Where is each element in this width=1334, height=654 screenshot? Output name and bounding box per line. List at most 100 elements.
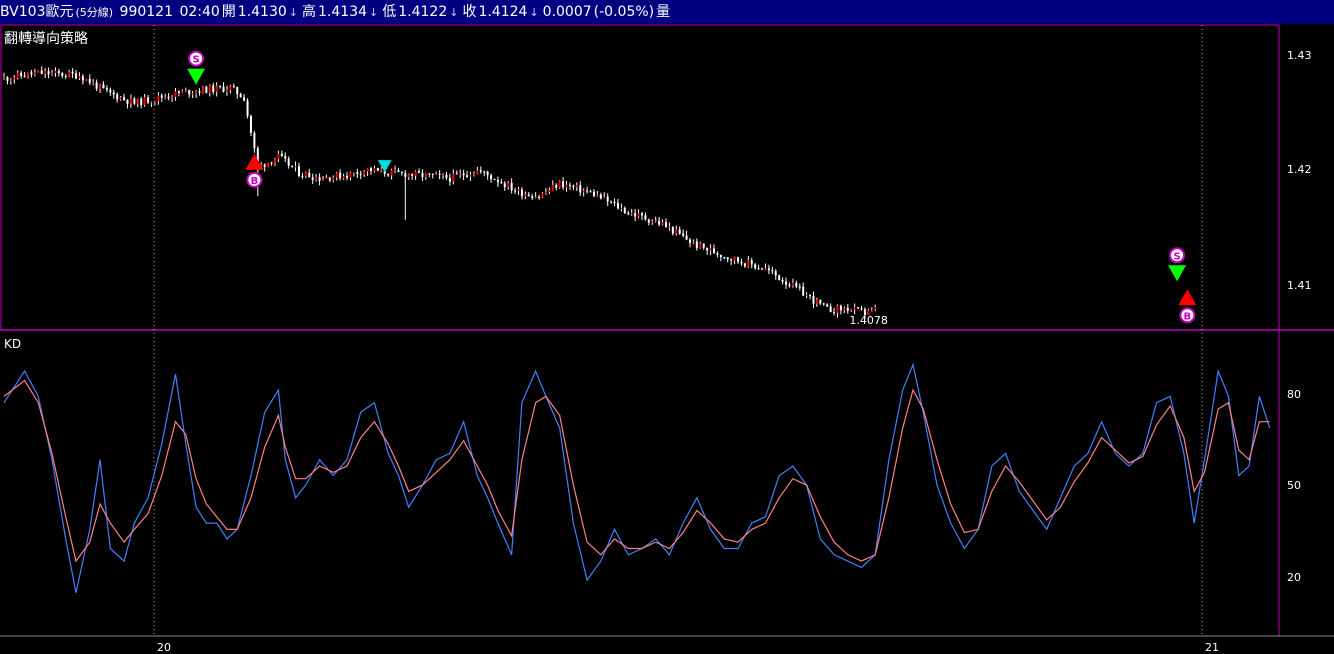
- candle-body: [833, 312, 836, 314]
- candle-body: [747, 260, 750, 267]
- candle-body: [699, 243, 702, 249]
- candle-body: [9, 79, 12, 81]
- candle-body: [294, 166, 297, 168]
- candle-body: [462, 173, 465, 176]
- kd-tick-label: 20: [1287, 571, 1301, 584]
- candle-body: [246, 100, 249, 117]
- candle-body: [476, 170, 479, 174]
- candle-body: [33, 72, 36, 75]
- candle-body: [394, 169, 397, 171]
- candle-body: [346, 176, 348, 178]
- candle-body: [596, 194, 599, 197]
- kd-panel-title: KD: [4, 337, 21, 351]
- candle-body: [541, 193, 544, 198]
- candle-body: [147, 97, 150, 103]
- candle-body: [771, 270, 774, 272]
- candle-body: [47, 71, 50, 75]
- candle-body: [363, 171, 366, 175]
- candle-body: [654, 220, 657, 222]
- time-axis-bar: [0, 637, 1334, 654]
- candle-body: [785, 281, 788, 285]
- candle-body: [702, 243, 705, 248]
- candle-body: [318, 177, 321, 181]
- candle-body: [634, 213, 637, 217]
- candle-body: [249, 116, 252, 133]
- kd-tick-label: 80: [1287, 388, 1301, 401]
- price-tick-label: 1.42: [1287, 163, 1312, 176]
- candle-body: [678, 229, 681, 234]
- candle-body: [219, 85, 222, 87]
- candle-body: [750, 260, 753, 265]
- candle-body: [836, 305, 839, 313]
- chart-canvas[interactable]: S B S B 1.43 1.42 1.41 80 50 20 20 21 翻轉導向策…: [0, 0, 1334, 654]
- candle-body: [496, 179, 499, 183]
- candle-body: [658, 220, 661, 225]
- candle-body: [105, 88, 108, 90]
- candle-body: [640, 213, 643, 216]
- candle-body: [81, 76, 84, 81]
- candle-body: [164, 96, 167, 98]
- candle-body: [562, 181, 565, 188]
- candle-body: [184, 89, 187, 91]
- candle-body: [308, 172, 311, 178]
- candle-body: [418, 171, 421, 173]
- candle-body: [627, 213, 630, 215]
- candle-body: [284, 155, 287, 159]
- candle-body: [27, 72, 30, 77]
- candle-body: [822, 303, 825, 305]
- candle-body: [332, 177, 335, 181]
- candle-body: [826, 304, 829, 307]
- candle-body: [205, 86, 208, 93]
- candle-body: [623, 207, 626, 214]
- candle-body: [829, 306, 832, 313]
- candle-body: [181, 90, 184, 93]
- candle-body: [452, 173, 455, 182]
- candle-body: [531, 196, 534, 198]
- candle-body: [421, 172, 424, 178]
- candle-body: [538, 196, 541, 198]
- candle-body: [685, 235, 688, 240]
- candle-body: [586, 190, 589, 192]
- candle-body: [126, 99, 129, 104]
- candle-body: [730, 259, 733, 261]
- candle-body: [174, 91, 177, 97]
- candle-body: [335, 172, 338, 178]
- candle-body: [304, 172, 307, 177]
- candle-body: [723, 257, 726, 259]
- candle-body: [212, 85, 215, 92]
- candle-body: [301, 175, 304, 177]
- candle-body: [455, 173, 458, 175]
- candle-body: [616, 202, 619, 209]
- candle-body: [390, 170, 393, 176]
- candle-body: [761, 268, 764, 270]
- candle-body: [99, 84, 102, 89]
- candle-body: [692, 241, 695, 243]
- candle-body: [143, 97, 146, 106]
- candle-body: [222, 86, 225, 92]
- candle-body: [136, 98, 139, 104]
- candle-body: [23, 76, 26, 78]
- candle-body: [603, 196, 606, 199]
- candle-body: [44, 71, 47, 74]
- candle-body: [544, 191, 547, 194]
- candle-body: [407, 174, 410, 178]
- candle-body: [812, 295, 815, 304]
- candle-body: [592, 191, 595, 197]
- candle-body: [356, 171, 359, 174]
- candle-body: [239, 94, 242, 98]
- candle-body: [376, 168, 379, 171]
- candle-body: [579, 185, 582, 193]
- candle-body: [404, 172, 407, 178]
- candle-body: [54, 70, 57, 73]
- candle-body: [411, 174, 414, 176]
- candle-body: [342, 176, 345, 179]
- candle-body: [400, 171, 403, 173]
- candle-body: [483, 171, 486, 173]
- candle-body: [188, 89, 191, 95]
- candle-body: [555, 184, 558, 188]
- candle-body: [75, 73, 78, 79]
- candle-body: [740, 261, 743, 264]
- candle-body: [500, 182, 503, 184]
- candle-body: [78, 76, 81, 79]
- candle-body: [503, 183, 506, 188]
